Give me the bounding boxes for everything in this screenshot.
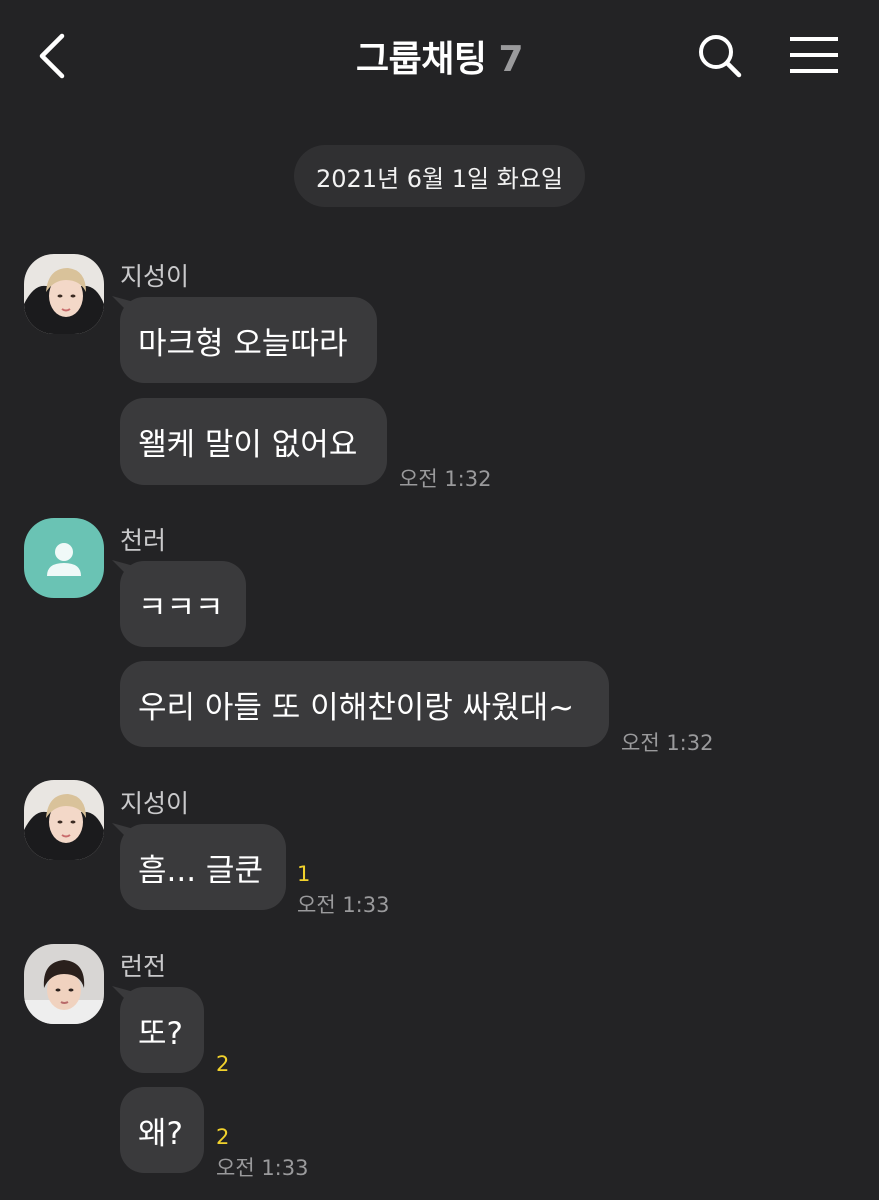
member-count: 7 [498, 39, 524, 80]
message-text: 마크형 오늘따라 [138, 325, 348, 362]
sender-name: 런전 [120, 952, 167, 981]
avatar-chenle[interactable] [24, 518, 104, 598]
unread-count: 1 [297, 862, 311, 886]
sender-name: 지성이 [120, 789, 190, 818]
message-time: 오전 1:33 [297, 893, 390, 917]
message-text: 흠... 글쿤 [138, 852, 263, 889]
message-bubble[interactable]: 왜? [120, 1087, 204, 1173]
message-bubble[interactable]: ㅋㅋㅋ [120, 561, 246, 647]
search-icon [699, 35, 742, 78]
avatar-jisung[interactable] [24, 254, 104, 334]
message-text: ㅋㅋㅋ [138, 589, 224, 626]
date-divider: 2021년 6월 1일 화요일 [294, 145, 585, 207]
message-text: 왜? [138, 1115, 183, 1152]
message-time: 오전 1:32 [399, 467, 492, 491]
hamburger-menu-icon [790, 37, 838, 73]
sender-name: 지성이 [120, 262, 190, 291]
message-text: 우리 아들 또 이해찬이랑 싸웠대~ [138, 689, 575, 726]
message-bubble[interactable]: 또? [120, 987, 204, 1073]
chat-title-text: 그룹채팅 [355, 39, 487, 80]
search-button[interactable] [690, 28, 748, 86]
profile-photo [24, 944, 104, 1024]
menu-button[interactable] [784, 30, 844, 80]
message-bubble[interactable]: 흠... 글쿤 [120, 824, 286, 910]
profile-photo [24, 254, 104, 334]
message-bubble[interactable]: 왤케 말이 없어요 [120, 398, 387, 485]
message-bubble[interactable]: 우리 아들 또 이해찬이랑 싸웠대~ [120, 661, 609, 747]
unread-count: 2 [216, 1052, 230, 1076]
message-time: 오전 1:32 [621, 731, 714, 755]
default-profile-icon [47, 543, 81, 576]
message-time: 오전 1:33 [216, 1156, 309, 1180]
avatar-jisung[interactable] [24, 780, 104, 860]
message-text: 왤케 말이 없어요 [138, 427, 358, 463]
sender-name: 천러 [120, 526, 167, 555]
message-text: 또? [138, 1015, 183, 1052]
unread-count: 2 [216, 1125, 230, 1149]
profile-photo [24, 780, 104, 860]
avatar-renjun[interactable] [24, 944, 104, 1024]
message-bubble[interactable]: 마크형 오늘따라 [120, 297, 377, 383]
